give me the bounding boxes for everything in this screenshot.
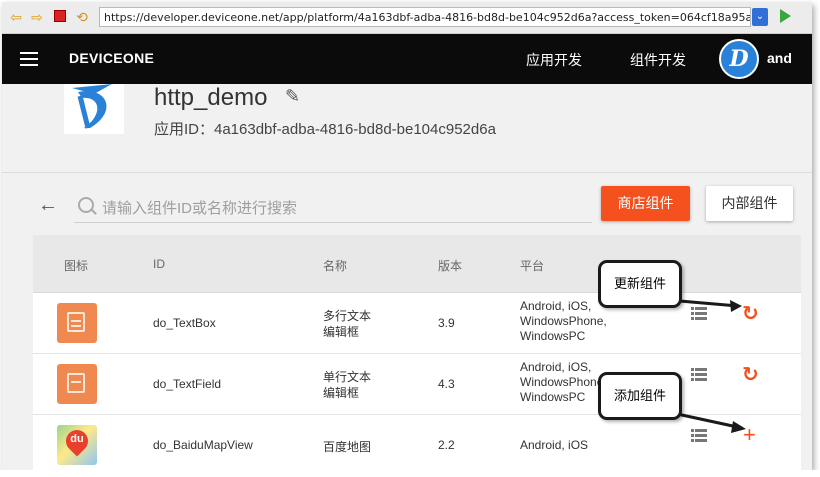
add-icon[interactable]: + bbox=[743, 422, 756, 448]
platform-line: Android, iOS, bbox=[520, 299, 592, 313]
name-line: 单行文本 bbox=[323, 370, 372, 384]
platform-line: WindowsPC bbox=[520, 329, 586, 343]
app-name: http_demo bbox=[154, 84, 268, 111]
search-icon bbox=[78, 197, 94, 213]
nav-component-dev[interactable]: 组件开发 bbox=[630, 50, 686, 70]
component-platform: Android, iOS, WindowsPhone WindowsPC bbox=[520, 360, 603, 405]
textbox-component-icon bbox=[57, 303, 97, 343]
platform-line: WindowsPhone bbox=[520, 375, 604, 389]
app-header: DEVICEONE 应用开发 组件开发 D and bbox=[2, 34, 812, 84]
component-id: do_TextBox bbox=[153, 316, 216, 330]
component-version: 3.9 bbox=[438, 316, 455, 330]
component-id: do_BaiduMapView bbox=[153, 438, 253, 452]
dropdown-chevron-icon[interactable]: ⌄ bbox=[752, 8, 768, 26]
stop-icon[interactable] bbox=[52, 9, 68, 25]
col-platform: 平台 bbox=[520, 259, 545, 273]
back-arrow-icon[interactable]: ← bbox=[38, 194, 58, 217]
col-icon: 图标 bbox=[64, 259, 89, 273]
app-id: 应用ID：4a163dbf-adba-4816-bd8d-be104c952d6… bbox=[154, 121, 496, 138]
component-platform: Android, iOS, WindowsPhone, WindowsPC bbox=[520, 299, 607, 344]
col-name: 名称 bbox=[323, 259, 348, 273]
reload-icon[interactable]: ⟲ bbox=[74, 9, 90, 25]
component-version: 2.2 bbox=[438, 438, 455, 452]
refresh-icon[interactable]: ↻ bbox=[742, 362, 759, 387]
table-row: du do_BaiduMapView 百度地图 2.2 Android, iOS… bbox=[33, 415, 801, 470]
update-component-callout: 更新组件 bbox=[598, 260, 682, 308]
component-name: 多行文本 编辑框 bbox=[323, 308, 371, 340]
search-box bbox=[74, 194, 592, 223]
edit-pencil-icon[interactable]: ✎ bbox=[285, 86, 300, 107]
go-icon[interactable] bbox=[780, 9, 791, 23]
col-id: ID bbox=[153, 257, 165, 271]
list-icon[interactable] bbox=[691, 368, 707, 381]
back-arrow-icon[interactable]: ⇦ bbox=[8, 9, 24, 25]
component-name: 单行文本 编辑框 bbox=[323, 369, 371, 401]
menu-icon[interactable] bbox=[20, 52, 38, 66]
table-header: 图标 ID 名称 版本 平台 bbox=[33, 235, 801, 293]
internal-components-button[interactable]: 内部组件 bbox=[706, 186, 793, 221]
col-version: 版本 bbox=[438, 259, 463, 273]
platform-line: Android, iOS, bbox=[520, 360, 592, 374]
component-id: do_TextField bbox=[153, 377, 222, 391]
main-content: http_demo ✎ 应用ID：4a163dbf-adba-4816-bd8d… bbox=[2, 84, 812, 470]
search-input[interactable] bbox=[100, 196, 584, 220]
app-info: http_demo ✎ 应用ID：4a163dbf-adba-4816-bd8d… bbox=[2, 84, 812, 170]
brand-title[interactable]: DEVICEONE bbox=[69, 50, 154, 66]
component-platform: Android, iOS bbox=[520, 438, 588, 452]
platform-line: WindowsPC bbox=[520, 390, 586, 404]
table-row: do_TextBox 多行文本 编辑框 3.9 Android, iOS, Wi… bbox=[33, 293, 801, 354]
app-logo bbox=[64, 84, 124, 134]
forward-arrow-icon[interactable]: ⇨ bbox=[29, 9, 45, 25]
list-icon[interactable] bbox=[691, 429, 707, 442]
browser-toolbar: ⇦ ⇨ ⟲ https://developer.deviceone.net/ap… bbox=[2, 2, 812, 34]
baidu-map-icon: du bbox=[57, 425, 97, 465]
name-line: 编辑框 bbox=[323, 325, 360, 339]
platform-line: WindowsPhone, bbox=[520, 314, 607, 328]
name-line: 多行文本 bbox=[323, 309, 372, 323]
nav-app-dev[interactable]: 应用开发 bbox=[526, 50, 582, 70]
address-bar[interactable]: https://developer.deviceone.net/app/plat… bbox=[99, 7, 751, 27]
list-icon[interactable] bbox=[691, 307, 707, 320]
name-line: 编辑框 bbox=[323, 386, 360, 400]
textfield-component-icon bbox=[57, 364, 97, 404]
browser-window: ⇦ ⇨ ⟲ https://developer.deviceone.net/ap… bbox=[2, 2, 812, 470]
avatar[interactable]: D bbox=[719, 39, 759, 79]
component-table: 图标 ID 名称 版本 平台 do_TextBox 多行文本 编辑框 3.9 A… bbox=[33, 235, 801, 470]
bottom-margin bbox=[0, 470, 820, 477]
component-version: 4.3 bbox=[438, 377, 455, 391]
table-row: do_TextField 单行文本 编辑框 4.3 Android, iOS, … bbox=[33, 354, 801, 415]
store-components-button[interactable]: 商店组件 bbox=[601, 186, 690, 221]
platform-line: Android, iOS bbox=[520, 438, 589, 452]
add-component-callout: 添加组件 bbox=[598, 372, 682, 420]
divider bbox=[2, 172, 812, 173]
refresh-icon[interactable]: ↻ bbox=[742, 301, 759, 326]
user-name[interactable]: and bbox=[767, 50, 792, 66]
name-line: 百度地图 bbox=[323, 440, 372, 454]
component-name: 百度地图 bbox=[323, 438, 371, 455]
map-badge-label: du bbox=[70, 433, 84, 445]
